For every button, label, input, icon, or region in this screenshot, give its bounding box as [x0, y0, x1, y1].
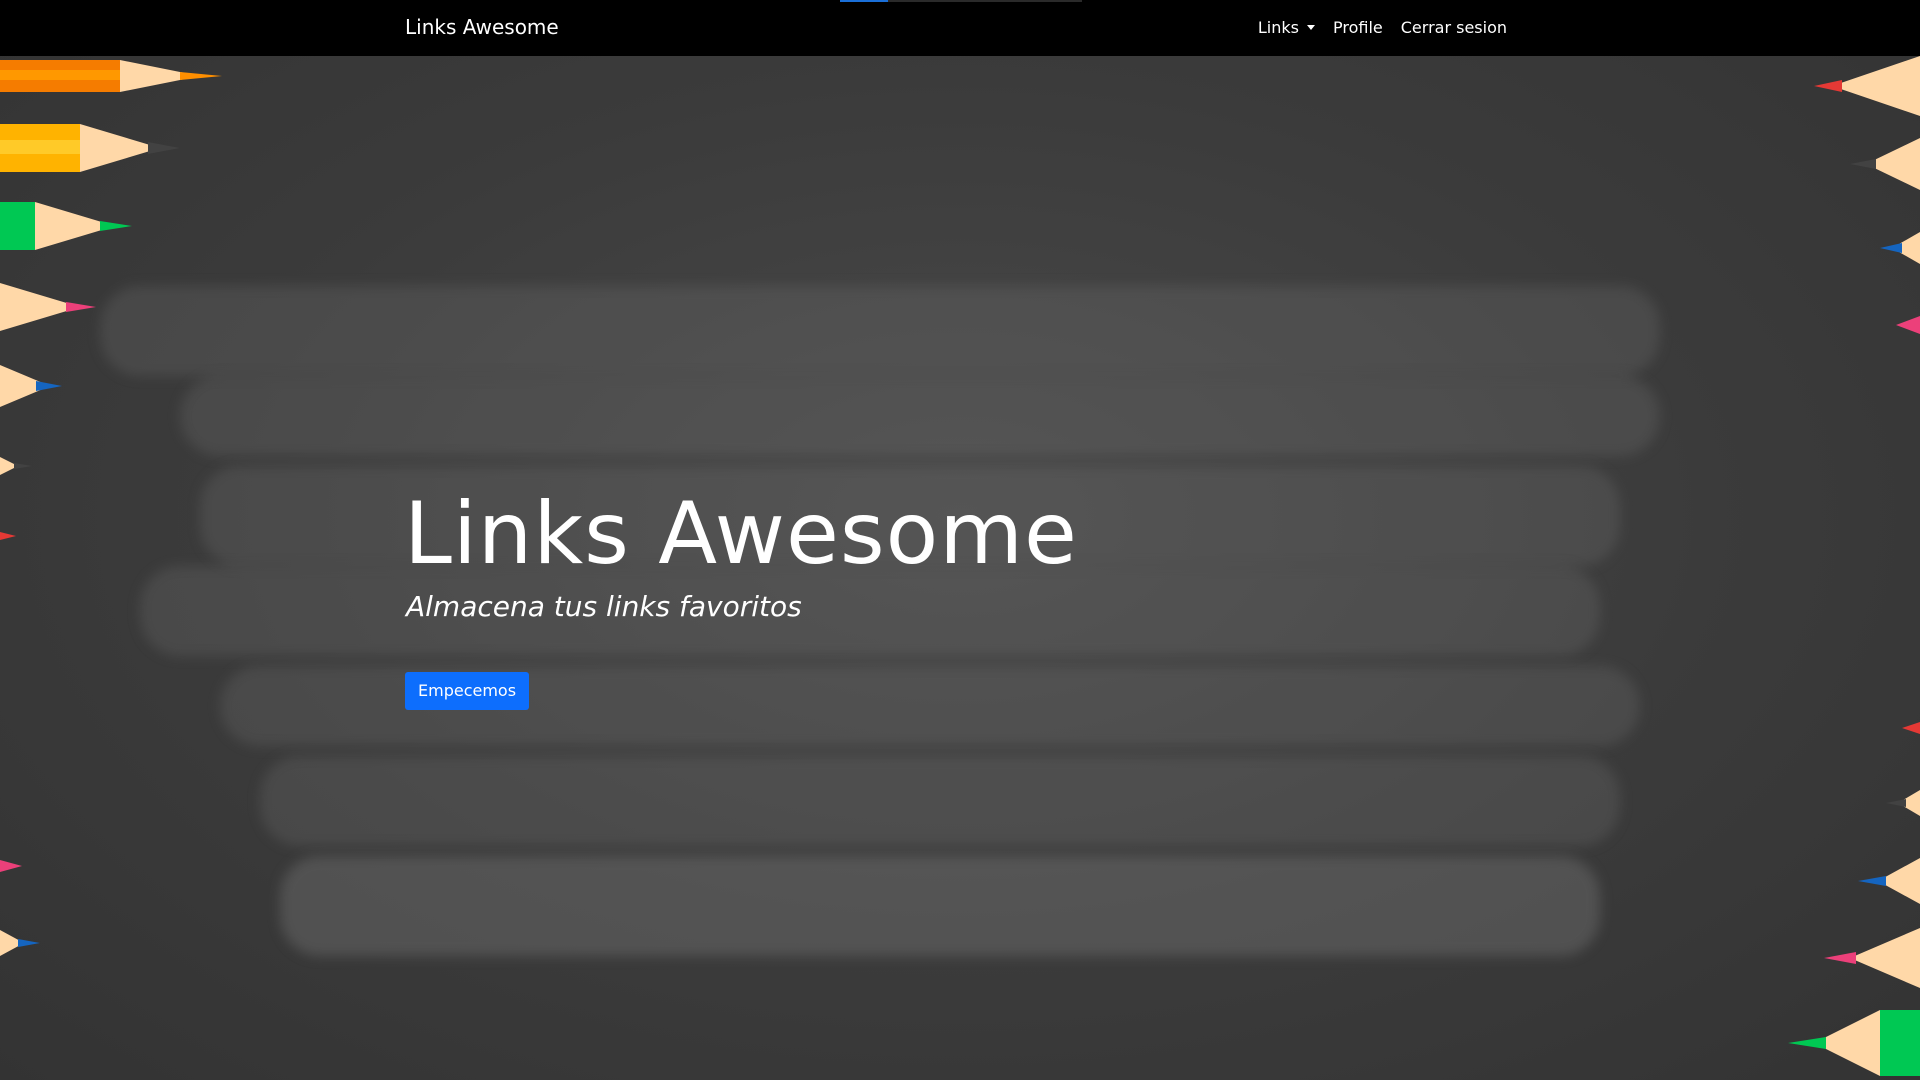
- red-pencil-icon: [1902, 722, 1920, 734]
- blue-pencil-icon: [1858, 858, 1920, 904]
- loading-progress-bar: [840, 0, 1082, 2]
- hero-subtitle: Almacena tus links favoritos: [406, 590, 802, 623]
- blue-pencil-icon: [0, 930, 40, 956]
- pink-pencil-icon: [0, 283, 96, 331]
- hero-title: Links Awesome: [404, 484, 1078, 584]
- red-pencil-icon: [0, 532, 16, 540]
- loading-progress-fill: [840, 0, 889, 2]
- blue-pencil-icon: [1880, 232, 1920, 264]
- black-pencil-icon: [0, 457, 32, 475]
- orange-pencil-icon: [0, 60, 222, 92]
- pink-pencil-icon: [1824, 928, 1920, 988]
- red-pencil-icon: [1814, 56, 1920, 116]
- black-pencil-icon: [1850, 138, 1920, 190]
- caret-down-icon: [1307, 25, 1315, 30]
- green-pencil-icon: [0, 202, 132, 250]
- links-dropdown-toggle[interactable]: Links: [1258, 18, 1315, 37]
- pink-pencil-icon: [1896, 316, 1920, 334]
- green-pencil-icon: [1788, 1010, 1920, 1076]
- yellow-pencil-icon: [0, 124, 180, 172]
- pink-pencil-icon: [0, 860, 22, 872]
- nav-links: Links Profile Cerrar sesion: [1258, 18, 1507, 37]
- profile-link[interactable]: Profile: [1333, 18, 1383, 37]
- brand-link[interactable]: Links Awesome: [405, 15, 559, 39]
- blue-pencil-icon: [0, 365, 62, 407]
- logout-link[interactable]: Cerrar sesion: [1401, 18, 1507, 37]
- page: Links Awesome Links Profile Cerrar sesio…: [0, 0, 1920, 1080]
- top-navbar: Links Awesome Links Profile Cerrar sesio…: [0, 0, 1920, 56]
- links-dropdown-label: Links: [1257, 18, 1299, 37]
- get-started-button[interactable]: Empecemos: [405, 672, 530, 710]
- black-pencil-icon: [1886, 790, 1920, 816]
